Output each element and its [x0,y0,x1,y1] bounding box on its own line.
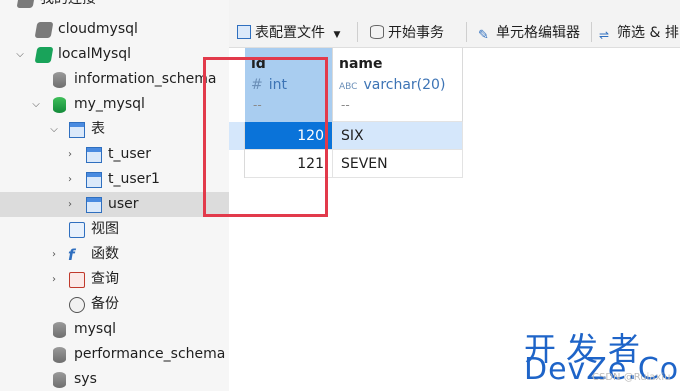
chevron-down-icon[interactable]: ⌵ [30,92,42,117]
tree-label: cloudmysql [58,21,138,37]
tree-row-cloudmysql[interactable]: cloudmysql [0,17,229,42]
database-grey-icon [53,372,66,388]
toolbar: 表配置文件 ▼ 开始事务 ✎ 单元格编辑器 ⇌ 筛选 & 排 [229,0,680,48]
database-green-icon [53,97,66,113]
tree-label: sys [74,371,97,387]
tree-row-my-connections[interactable]: 我的连接 [0,0,229,12]
tree-row-functions[interactable]: › f 函数 [0,242,229,267]
navigation-tree: 我的连接 cloudmysql ⌵ localMysql information… [0,0,229,391]
tree-row-tables-folder[interactable]: ⌵ 表 [0,117,229,142]
table-config-icon [237,25,251,39]
begin-transaction-button[interactable]: 开始事务 [370,20,444,46]
dropdown-arrow-icon: ▼ [333,30,341,40]
chevron-down-icon[interactable]: ⌵ [14,42,26,67]
cell-editor-button[interactable]: ✎ 单元格编辑器 [478,20,580,46]
chevron-right-icon[interactable]: › [48,242,60,267]
tree-row-views[interactable]: 视图 [0,217,229,242]
tree-row-localmysql[interactable]: ⌵ localMysql [0,42,229,67]
numeric-type-icon: # [251,77,263,93]
column-type-label: int [268,77,287,93]
cell-name[interactable]: SEVEN [333,150,463,178]
tree-label: localMysql [58,46,132,62]
table-icon [86,197,102,213]
tree-row-t-user1[interactable]: › t_user1 [0,167,229,192]
column-header-name[interactable]: name ABC varchar(20) -- [333,48,463,122]
column-default: -- [341,98,350,112]
row-marker[interactable] [229,122,245,150]
column-default: -- [253,98,262,112]
tree-row-sys[interactable]: sys [0,367,229,391]
tree-row-backups[interactable]: 备份 [0,292,229,317]
connection-group-icon [16,0,36,8]
tree-label: 表 [91,121,105,137]
tree-label: 函数 [91,246,119,262]
tree-label: 视图 [91,221,119,237]
tree-row-user[interactable]: › user [0,192,229,217]
transaction-icon [370,25,384,39]
tree-label: 我的连接 [40,0,96,12]
chevron-right-icon[interactable]: › [48,267,60,292]
column-type: # int [251,77,287,93]
database-grey-icon [53,347,66,363]
column-name: id [251,56,266,72]
cell-editor-label: 单元格编辑器 [496,25,580,41]
toolbar-divider [591,22,592,42]
tree-label: 备份 [91,296,119,312]
text-type-icon: ABC [339,82,358,92]
table-config-label: 表配置文件 [255,25,325,41]
chevron-right-icon[interactable]: › [64,167,76,192]
table-icon [86,172,102,188]
backup-icon [69,297,85,313]
chevron-down-icon[interactable]: ⌵ [48,117,60,142]
tree-label: t_user1 [108,171,160,187]
tree-row-queries[interactable]: › 查询 [0,267,229,292]
chevron-right-icon[interactable]: › [64,142,76,167]
tree-label: information_schema [74,71,217,87]
table-config-button[interactable]: 表配置文件 ▼ [237,20,340,46]
filter-sort-label: 筛选 & 排 [617,25,679,41]
tree-label: t_user [108,146,152,162]
column-header-id[interactable]: id # int -- [245,48,333,122]
tree-row-mysql[interactable]: mysql [0,317,229,342]
view-icon [69,222,85,238]
tree-row-performance-schema[interactable]: performance_schema [0,342,229,367]
chevron-right-icon[interactable]: › [64,192,76,217]
tree-label: performance_schema [74,346,226,362]
begin-transaction-label: 开始事务 [388,25,444,41]
column-name: name [339,56,383,72]
cell-id[interactable]: 121 [245,150,333,178]
database-grey-icon [53,322,66,338]
table-icon [86,147,102,163]
query-icon [69,272,85,288]
database-grey-icon [53,72,66,88]
edit-pencil-icon: ✎ [478,28,489,43]
tree-row-my-mysql[interactable]: ⌵ my_mysql [0,92,229,117]
tree-label: my_mysql [74,96,145,112]
tree-row-t-user[interactable]: › t_user [0,142,229,167]
row-marker[interactable] [229,150,245,178]
tree-label: user [108,196,139,212]
watermark-credit: CSDN @Ruiaxiu [592,372,671,383]
tree-label: mysql [74,321,116,337]
filter-sort-button[interactable]: ⇌ 筛选 & 排 [599,20,679,46]
column-type: ABC varchar(20) [339,77,445,93]
connection-green-icon [34,47,54,63]
column-type-label: varchar(20) [363,77,446,93]
cell-id[interactable]: 120 [245,122,333,150]
toolbar-divider [466,22,467,42]
table-folder-icon [69,122,85,138]
tree-row-information-schema[interactable]: information_schema [0,67,229,92]
cell-name[interactable]: SIX [333,122,463,150]
toolbar-divider [357,22,358,42]
filter-icon: ⇌ [599,28,610,42]
connection-grey-icon [34,22,54,38]
function-icon: f [68,246,75,264]
tree-label: 查询 [91,271,119,287]
